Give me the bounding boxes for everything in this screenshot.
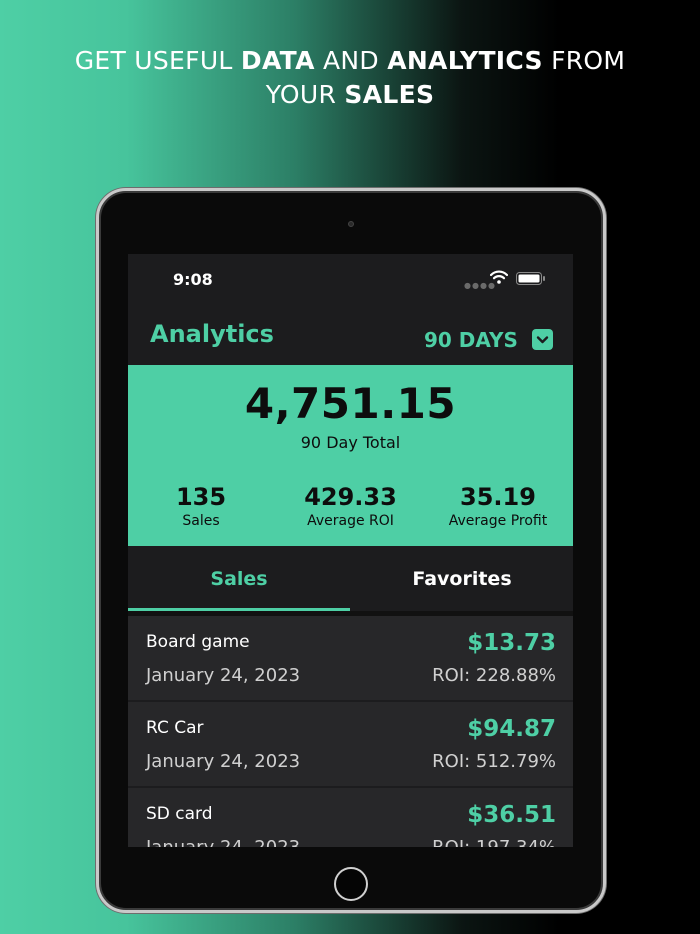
stat-label: Average Profit [448,513,548,529]
camera-icon [348,221,354,227]
list-item[interactable]: Board game January 24, 2023 $13.73 ROI: … [128,616,573,700]
marketing-headline: GET USEFUL DATA AND ANALYTICS FROM YOUR … [0,44,700,112]
total-label: 90 Day Total [300,433,401,452]
wifi-icon [490,270,508,284]
list-item[interactable]: RC Car January 24, 2023 $94.87 ROI: 512.… [128,702,573,786]
item-roi: ROI: 228.88% [432,665,556,686]
date-range-dropdown[interactable] [532,329,553,350]
battery-icon [516,272,545,285]
item-profit: $94.87 [467,716,556,742]
tab-sales[interactable]: Sales [128,546,350,612]
item-date: January 24, 2023 [146,837,300,847]
item-roi: ROI: 512.79% [432,751,556,772]
status-time: 9:08 [173,270,213,289]
tab-bar: Sales Favorites [128,546,573,612]
tab-favorites[interactable]: Favorites [351,546,573,612]
headline-line-1: GET USEFUL DATA AND ANALYTICS FROM [74,46,626,75]
date-range-label[interactable]: 90 DAYS [424,328,518,352]
item-profit: $13.73 [467,630,556,656]
stat-label: Sales [182,513,220,529]
item-name: Board game [146,632,250,652]
stat-value: 35.19 [460,483,536,511]
stat-average-roi: 429.33 Average ROI [288,483,413,529]
home-button[interactable] [334,867,368,901]
stat-sales: 135 Sales [142,483,260,529]
item-roi: ROI: 197.34% [432,837,556,847]
summary-card: 4,751.15 90 Day Total 135 Sales 429.33 A… [128,365,573,546]
list-item[interactable]: SD card January 24, 2023 $36.51 ROI: 197… [128,788,573,847]
app-screen: 9:08 ●●●● Analytics 90 DAYS 4,751.15 90 … [128,254,573,847]
stat-value: 429.33 [304,483,397,511]
status-bar: 9:08 ●●●● [128,254,573,304]
total-value: 4,751.15 [244,379,457,428]
stat-average-profit: 35.19 Average Profit [438,483,558,529]
headline-line-2: YOUR SALES [265,80,435,109]
chevron-down-icon [536,336,549,344]
item-date: January 24, 2023 [146,665,301,686]
stat-value: 135 [175,483,227,511]
item-name: SD card [146,804,213,824]
stat-label: Average ROI [307,513,394,529]
page-title: Analytics [150,320,274,348]
item-profit: $36.51 [467,802,556,828]
item-name: RC Car [146,718,204,738]
item-date: January 24, 2023 [146,751,301,772]
